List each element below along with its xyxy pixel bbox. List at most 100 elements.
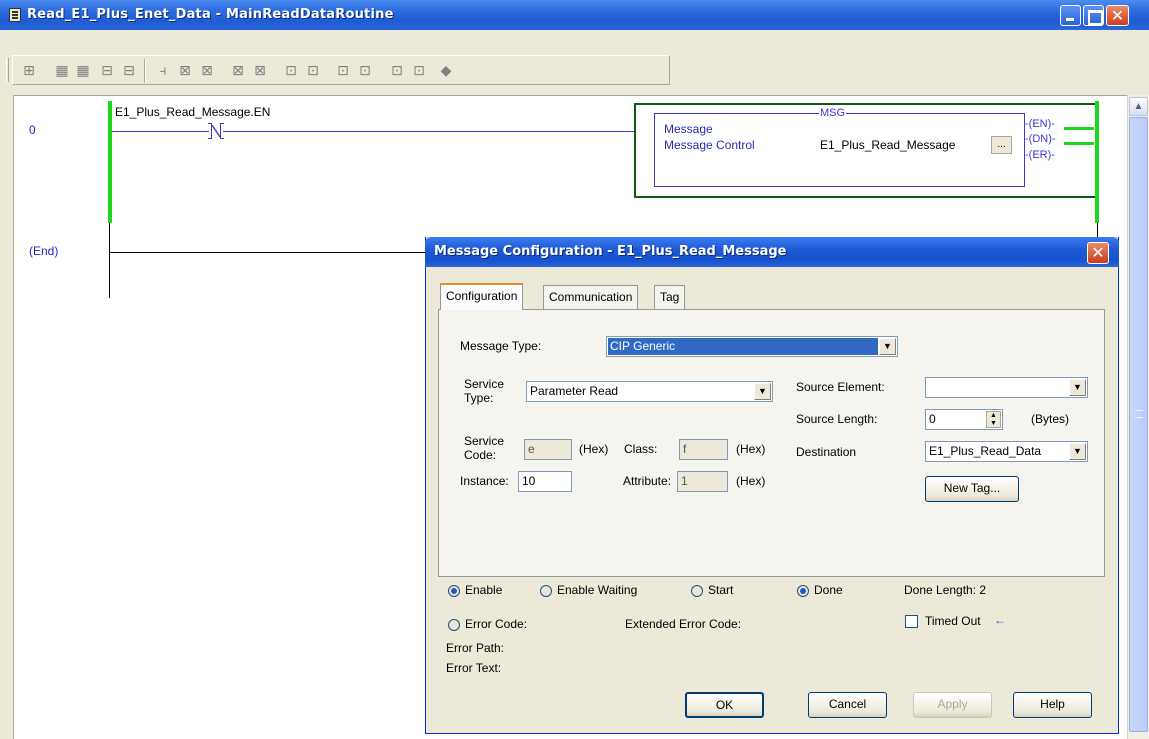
source-length-field[interactable]: 0 ▲ ▼ — [925, 409, 1003, 430]
toolbar-grip[interactable] — [6, 58, 9, 82]
service-code-label-2: Code: — [464, 448, 497, 462]
msg-control-tag[interactable]: E1_Plus_Read_Message — [820, 138, 955, 152]
toolbar-separator — [144, 59, 146, 83]
ok-button[interactable]: OK — [685, 692, 764, 718]
otl-coil-icon[interactable]: ⊠ — [229, 62, 247, 80]
service-type-select[interactable]: Parameter Read ▼ — [526, 381, 773, 402]
help-button[interactable]: Help — [1013, 692, 1092, 718]
error-text-label: Error Text: — [446, 661, 502, 675]
chevron-down-icon[interactable]: ▼ — [754, 383, 771, 400]
class-label: Class: — [624, 442, 658, 456]
dialog-title: Message Configuration - E1_Plus_Read_Mes… — [434, 244, 787, 259]
destination-select[interactable]: E1_Plus_Read_Data ▼ — [925, 441, 1088, 462]
rto-icon[interactable]: ⊡ — [410, 62, 428, 80]
attribute-label: Attribute: — [623, 474, 672, 488]
osr-icon[interactable]: ⊡ — [304, 62, 322, 80]
branch-level-icon[interactable]: ⊟ — [120, 62, 138, 80]
timed-out-checkbox[interactable] — [905, 615, 918, 628]
enable-label: Enable — [465, 583, 503, 597]
service-type-label: Service — [464, 377, 505, 391]
er-output[interactable]: -(ER)- — [1025, 149, 1055, 161]
vertical-scrollbar[interactable]: ▲ — [1127, 95, 1149, 739]
left-power-rail — [108, 101, 112, 223]
msg-instruction-title: MSG — [819, 107, 847, 119]
minimize-button[interactable] — [1060, 5, 1081, 26]
close-icon: ✕ — [1110, 6, 1125, 25]
enable-waiting-label: Enable Waiting — [557, 583, 638, 597]
dn-output[interactable]: -(DN)- — [1025, 133, 1056, 145]
dialog-title-bar[interactable]: Message Configuration - E1_Plus_Read_Mes… — [425, 237, 1119, 267]
service-code-field: e — [524, 439, 572, 460]
ons-icon[interactable]: ⊡ — [282, 62, 300, 80]
class-unit: (Hex) — [736, 442, 766, 456]
add-rung-after-icon[interactable]: ▦ — [74, 62, 92, 80]
left-power-rail-end — [109, 223, 110, 298]
cancel-button[interactable]: Cancel — [808, 692, 887, 718]
close-button[interactable]: ✕ — [1106, 5, 1129, 26]
routine-icon — [9, 8, 21, 22]
chevron-down-icon[interactable]: ▼ — [1069, 443, 1086, 460]
title-bar[interactable]: Read_E1_Plus_Enet_Data - MainReadDataRou… — [0, 0, 1149, 30]
tof-icon[interactable]: ⊡ — [388, 62, 406, 80]
window-title: Read_E1_Plus_Enet_Data - MainReadDataRou… — [27, 7, 394, 22]
done-indicator — [797, 585, 809, 597]
start-label: Start — [708, 583, 734, 597]
class-field: f — [679, 439, 728, 460]
xio-contact[interactable] — [204, 123, 234, 139]
tab-configuration[interactable]: Configuration — [440, 283, 524, 310]
enable-indicator — [448, 585, 460, 597]
apply-button[interactable]: Apply — [913, 692, 992, 718]
chevron-down-icon[interactable]: ▼ — [1069, 379, 1086, 396]
maximize-button[interactable] — [1083, 5, 1104, 26]
dialog-close-button[interactable]: ✕ — [1087, 242, 1109, 264]
attribute-field: 1 — [677, 471, 728, 492]
tab-communication[interactable]: Communication — [543, 285, 639, 309]
error-path-label: Error Path: — [446, 641, 505, 655]
msg-configure-button[interactable]: ... — [991, 136, 1012, 154]
end-rung-number[interactable]: (End) — [29, 244, 58, 258]
message-type-label: Message Type: — [460, 339, 542, 353]
goto-icon[interactable]: ◆ — [437, 62, 455, 80]
spinner-arrows-icon[interactable]: ▲ ▼ — [986, 411, 1001, 428]
source-element-select[interactable]: ▼ — [925, 377, 1088, 398]
msg-message-label: Message — [664, 122, 713, 136]
attribute-unit: (Hex) — [736, 474, 766, 488]
rung-number[interactable]: 0 — [29, 123, 36, 137]
scrollbar-thumb[interactable] — [1129, 117, 1148, 732]
configuration-panel: Message Type: CIP Generic ▼ Service Type… — [438, 309, 1105, 577]
source-length-unit: (Bytes) — [1031, 412, 1070, 426]
instance-label: Instance: — [460, 474, 509, 488]
new-tag-button[interactable]: New Tag... — [925, 476, 1019, 502]
ton-icon[interactable]: ⊡ — [356, 62, 374, 80]
contact-tag-label[interactable]: E1_Plus_Read_Message.EN — [115, 105, 270, 119]
tab-tag[interactable]: Tag — [654, 285, 686, 309]
osf-icon[interactable]: ⊡ — [334, 62, 352, 80]
source-element-label: Source Element: — [796, 380, 885, 394]
service-code-unit: (Hex) — [579, 442, 609, 456]
scroll-up-arrow-icon[interactable]: ▲ — [1129, 97, 1148, 116]
branch-icon[interactable]: ⊟ — [98, 62, 116, 80]
instance-field[interactable]: 10 — [518, 471, 572, 492]
xic-contact-icon[interactable]: ⫞ — [154, 62, 172, 80]
start-indicator — [691, 585, 703, 597]
otu-coil-icon[interactable]: ⊠ — [251, 62, 269, 80]
en-output[interactable]: -(EN)- — [1025, 118, 1055, 130]
extended-error-code-label: Extended Error Code: — [625, 617, 742, 631]
add-rung-icon[interactable]: ▦ — [53, 62, 71, 80]
rung-wire — [112, 131, 635, 132]
done-length: Done Length: 2 — [904, 583, 987, 597]
rung-icon[interactable]: ⊞ — [20, 62, 38, 80]
error-code-label: Error Code: — [465, 617, 528, 631]
ote-coil-icon[interactable]: ⊠ — [198, 62, 216, 80]
coil-wire — [1064, 127, 1094, 130]
end-rung-wire — [110, 252, 440, 253]
chevron-down-icon[interactable]: ▼ — [879, 338, 896, 355]
done-label: Done — [814, 583, 843, 597]
message-type-select[interactable]: CIP Generic ▼ — [606, 336, 898, 357]
enable-waiting-indicator — [540, 585, 552, 597]
xio-contact-icon[interactable]: ⊠ — [176, 62, 194, 80]
service-type-label-2: Type: — [464, 391, 494, 405]
msg-control-label: Message Control — [664, 138, 755, 152]
ladder-toolbar: ⊞ ▦ ▦ ⊟ ⊟ ⫞ ⊠ ⊠ ⊠ ⊠ ⊡ ⊡ ⊡ ⊡ ⊡ ⊡ ◆ — [0, 30, 1149, 94]
right-power-rail — [1095, 101, 1099, 223]
